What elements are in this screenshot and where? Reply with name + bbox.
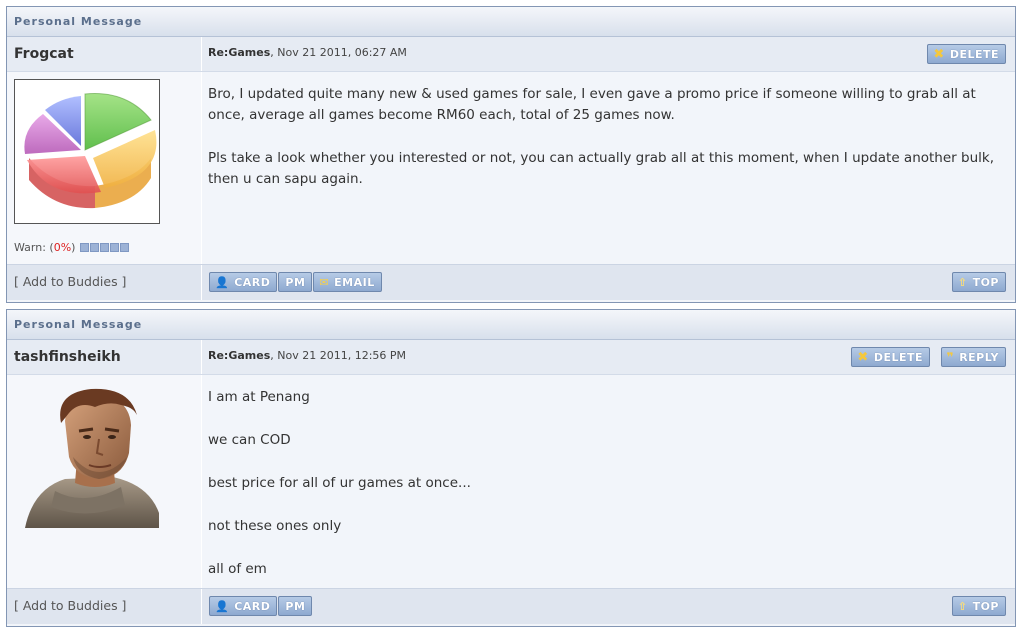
post-paragraph: not these ones only	[208, 518, 342, 534]
username[interactable]: Frogcat	[14, 46, 74, 62]
add-to-buddies-link[interactable]: [ Add to Buddies ]	[7, 265, 202, 300]
card-label: CARD	[234, 275, 271, 289]
warn-close: )	[71, 241, 76, 254]
pm-header: Personal Message	[7, 7, 1015, 37]
close-icon: ✖	[933, 46, 945, 62]
author-info	[7, 375, 202, 588]
personal-message-1: Personal Message Frogcat Re:Games, Nov 2…	[6, 6, 1016, 303]
post-meta-cell: Re:Games, Nov 21 2011, 12:56 PM ✖ DELETE…	[202, 340, 1015, 374]
post-body-row: Warn: (0%) Bro, I updated quite many new…	[7, 72, 1015, 264]
post-body-row: I am at Penang we can COD best price for…	[7, 375, 1015, 588]
top-button[interactable]: ⇧ TOP	[951, 272, 1006, 292]
post-paragraph: Bro, I updated quite many new & used gam…	[208, 86, 976, 123]
delete-button[interactable]: ✖ DELETE	[927, 44, 1006, 64]
top-label: TOP	[972, 275, 999, 289]
post-content: Bro, I updated quite many new & used gam…	[202, 72, 1015, 264]
post-paragraph: all of em	[208, 561, 267, 577]
avatar[interactable]	[25, 387, 159, 528]
post-header-row: tashfinsheikh Re:Games, Nov 21 2011, 12:…	[7, 340, 1015, 375]
warn-level: Warn: (0%)	[14, 241, 130, 254]
post-paragraph: I am at Penang	[208, 389, 310, 405]
pie-chart-avatar-icon	[24, 93, 157, 209]
pm-button[interactable]: PM	[278, 596, 313, 616]
post-date: , Nov 21 2011, 12:56 PM	[270, 349, 407, 362]
username[interactable]: tashfinsheikh	[14, 349, 121, 365]
warn-label: Warn: (	[14, 241, 54, 254]
add-to-buddies-link[interactable]: [ Add to Buddies ]	[7, 589, 202, 624]
reply-button[interactable]: ❞ REPLY	[940, 347, 1006, 367]
post-header-row: Frogcat Re:Games, Nov 21 2011, 06:27 AM …	[7, 37, 1015, 72]
user-card-icon: 👤	[215, 275, 230, 289]
warn-meter	[80, 243, 130, 252]
footer-actions: 👤 CARD PM ⇧ TOP	[202, 589, 1015, 624]
post-paragraph: we can COD	[208, 432, 291, 448]
author-cell: tashfinsheikh	[7, 340, 202, 374]
delete-button[interactable]: ✖ DELETE	[851, 347, 930, 367]
post-footer-row: [ Add to Buddies ] 👤 CARD PM ⇧ TOP	[7, 588, 1015, 624]
email-button[interactable]: ✉ EMAIL	[313, 272, 382, 292]
post-footer-row: [ Add to Buddies ] 👤 CARD PM ✉ EMAIL ⇧ T…	[7, 264, 1015, 300]
author-cell: Frogcat	[7, 37, 202, 71]
close-icon: ✖	[857, 349, 869, 365]
delete-label: DELETE	[949, 47, 999, 61]
personal-message-2: Personal Message tashfinsheikh Re:Games,…	[6, 309, 1016, 627]
card-button[interactable]: 👤 CARD	[209, 272, 278, 292]
post-meta: Re:Games, Nov 21 2011, 06:27 AM	[208, 46, 407, 59]
arrow-up-icon: ⇧	[957, 599, 968, 613]
post-paragraph: best price for all of ur games at once..…	[208, 475, 471, 491]
post-content: I am at Penang we can COD best price for…	[202, 375, 1015, 588]
quote-icon: ❞	[946, 350, 955, 364]
post-paragraph: Pls take a look whether you interested o…	[208, 150, 994, 187]
warn-percent: 0%	[53, 241, 72, 254]
character-portrait-avatar-icon	[25, 388, 159, 528]
card-button[interactable]: 👤 CARD	[209, 596, 278, 616]
post-subject: Re:Games	[208, 46, 271, 59]
delete-label: DELETE	[873, 350, 923, 364]
pm-button[interactable]: PM	[278, 272, 313, 292]
avatar[interactable]	[14, 79, 160, 224]
top-button[interactable]: ⇧ TOP	[951, 596, 1006, 616]
author-info: Warn: (0%)	[7, 72, 202, 264]
footer-actions: 👤 CARD PM ✉ EMAIL ⇧ TOP	[202, 265, 1015, 300]
pm-header: Personal Message	[7, 310, 1015, 340]
user-card-icon: 👤	[215, 599, 230, 613]
post-date: , Nov 21 2011, 06:27 AM	[270, 46, 407, 59]
card-label: CARD	[234, 599, 271, 613]
envelope-icon: ✉	[319, 275, 330, 289]
top-label: TOP	[972, 599, 999, 613]
pm-label: PM	[285, 275, 306, 289]
pm-label: PM	[285, 599, 306, 613]
post-subject: Re:Games	[208, 349, 271, 362]
reply-label: REPLY	[959, 350, 999, 364]
post-meta: Re:Games, Nov 21 2011, 12:56 PM	[208, 349, 406, 362]
email-label: EMAIL	[334, 275, 375, 289]
arrow-up-icon: ⇧	[957, 275, 968, 289]
post-meta-cell: Re:Games, Nov 21 2011, 06:27 AM ✖ DELETE	[202, 37, 1015, 71]
